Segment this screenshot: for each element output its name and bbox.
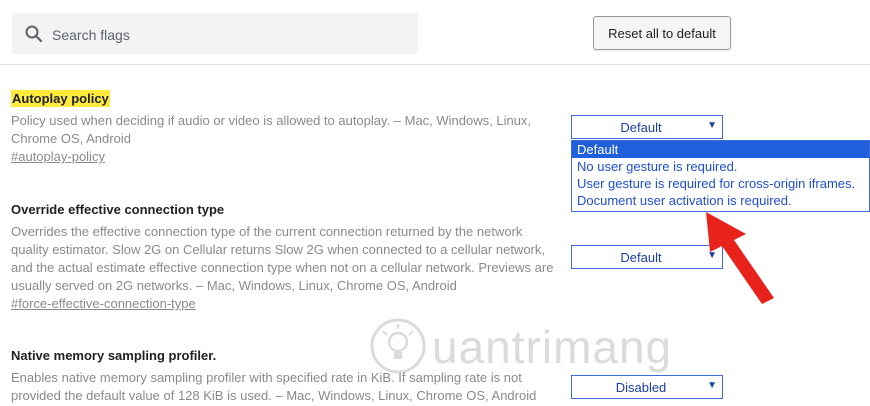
flag-title: Override effective connection type <box>11 202 225 217</box>
flag-description: Policy used when deciding if audio or vi… <box>11 113 532 146</box>
select-value: Default <box>620 250 662 265</box>
select-value: Disabled <box>615 380 667 395</box>
dropdown-arrow-icon: ▼ <box>707 380 717 391</box>
memory-profiler-select[interactable]: Disabled ▼ <box>571 375 723 399</box>
search-input[interactable] <box>50 23 414 47</box>
autoplay-policy-select[interactable]: Default ▼ <box>571 115 723 139</box>
flag-anchor-link[interactable]: #force-effective-connection-type <box>11 295 196 313</box>
flag-anchor-link[interactable]: #autoplay-policy <box>11 148 105 166</box>
search-icon <box>25 25 43 43</box>
flag-autoplay-policy: Autoplay policy Policy used when decidin… <box>11 90 561 166</box>
dropdown-option-cross-origin[interactable]: User gesture is required for cross-origi… <box>572 175 869 192</box>
flag-override-connection-type: Override effective connection type Overr… <box>11 201 561 313</box>
flag-title: Autoplay policy <box>11 90 110 107</box>
dropdown-arrow-icon: ▼ <box>707 120 717 131</box>
select-value: Default <box>620 120 662 135</box>
autoplay-policy-options-list[interactable]: Default No user gesture is required. Use… <box>571 140 870 212</box>
flag-native-memory-profiler: Native memory sampling profiler. Enables… <box>11 347 561 405</box>
flag-description: Overrides the effective connection type … <box>11 224 554 293</box>
flag-title: Native memory sampling profiler. <box>11 348 217 363</box>
flag-description: Enables native memory sampling profiler … <box>11 370 537 403</box>
dropdown-option-no-gesture[interactable]: No user gesture is required. <box>572 158 869 175</box>
flags-header: Reset all to default <box>0 0 870 65</box>
search-box[interactable] <box>12 13 418 54</box>
reset-all-button[interactable]: Reset all to default <box>593 16 731 50</box>
dropdown-option-default[interactable]: Default <box>572 141 869 158</box>
annotation-arrow-icon <box>706 212 774 304</box>
